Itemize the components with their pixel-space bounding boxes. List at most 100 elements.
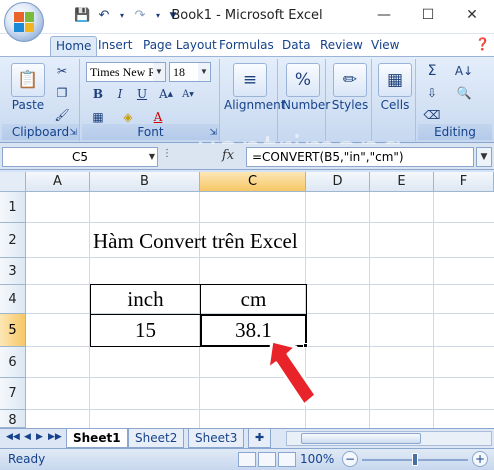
- row-header-2[interactable]: 2: [0, 223, 26, 258]
- tab-insert[interactable]: Insert: [93, 36, 137, 56]
- tab-home[interactable]: Home: [50, 36, 98, 56]
- sheet-tab-sheet2[interactable]: Sheet2: [128, 429, 185, 448]
- row-header-5[interactable]: 5: [0, 314, 26, 347]
- tab-review[interactable]: Review: [315, 36, 368, 56]
- paste-button[interactable]: 📋 Paste: [8, 63, 48, 112]
- status-ready: Ready: [8, 452, 46, 466]
- row-header-4[interactable]: 4: [0, 285, 26, 314]
- horizontal-scrollbar[interactable]: [286, 431, 492, 446]
- paste-label: Paste: [11, 98, 45, 112]
- column-header-b[interactable]: B: [90, 172, 200, 192]
- tab-view[interactable]: View: [366, 36, 404, 56]
- bold-icon[interactable]: B: [88, 84, 108, 104]
- cells-icon: ▦: [378, 63, 412, 97]
- office-logo-icon: [14, 12, 34, 32]
- alignment-group: ≡ Alignment: [222, 59, 285, 141]
- fill-icon[interactable]: ⇩: [422, 83, 442, 103]
- underline-icon[interactable]: U: [132, 84, 152, 104]
- grow-font-icon[interactable]: A ▲: [156, 84, 176, 104]
- styles-icon: ✏: [333, 63, 367, 97]
- zoom-in-icon[interactable]: +: [472, 451, 488, 467]
- first-sheet-icon[interactable]: ◀◀: [6, 432, 20, 442]
- column-header-a[interactable]: A: [26, 172, 90, 192]
- clear-icon[interactable]: ⌫: [422, 105, 442, 125]
- number-label: Number: [282, 98, 331, 112]
- styles-button[interactable]: ✏ Styles: [330, 63, 370, 112]
- font-launcher-icon[interactable]: ⇲: [209, 128, 217, 138]
- clipboard-launcher-icon[interactable]: ⇲: [69, 128, 77, 138]
- shrink-font-icon[interactable]: A ▼: [178, 84, 198, 104]
- editing-group-label: Editing: [418, 124, 492, 140]
- italic-icon[interactable]: I: [110, 84, 130, 104]
- cell-b2[interactable]: Hàm Convert trên Excel: [93, 226, 298, 256]
- number-button[interactable]: % Number: [282, 63, 330, 112]
- column-header-c[interactable]: C: [200, 172, 306, 192]
- row-header-1[interactable]: 1: [0, 192, 26, 223]
- alignment-label: Alignment: [224, 98, 286, 112]
- last-sheet-icon[interactable]: ▶▶: [48, 432, 62, 442]
- font-group: Times New Ro ▼ 18 ▼ B I U A ▲ A ▼ ▦ ◈ A Fo…: [82, 59, 220, 141]
- row-header-7[interactable]: 7: [0, 378, 26, 410]
- scrollbar-thumb[interactable]: [301, 433, 421, 444]
- tab-formulas[interactable]: Formulas: [214, 36, 279, 56]
- insert-sheet-icon[interactable]: ✚: [248, 429, 272, 448]
- row-header-8[interactable]: 8: [0, 410, 26, 428]
- font-name-select[interactable]: Times New Ro ▼: [86, 62, 166, 82]
- autosum-icon[interactable]: Σ: [422, 61, 442, 81]
- excel-window: 💾 ↶ ▾ ↷ ▾ ▼ Book1 - Microsoft Excel — ☐ …: [0, 0, 494, 470]
- number-group: % Number: [280, 59, 330, 141]
- name-box[interactable]: C5 ▼: [2, 147, 158, 167]
- clipboard-group: 📋 Paste ✂ ❐ 🖌 Clipboard ⇲: [2, 59, 80, 141]
- formula-input[interactable]: =CONVERT(B5,"in","cm"): [246, 147, 474, 167]
- styles-label: Styles: [331, 98, 369, 112]
- tab-page-layout[interactable]: Page Layout: [138, 36, 222, 56]
- zoom-slider-thumb[interactable]: [412, 453, 418, 466]
- chevron-down-icon: ▼: [153, 63, 165, 81]
- zoom-level[interactable]: 100%: [300, 452, 334, 466]
- normal-view-icon[interactable]: [238, 452, 256, 467]
- align-icon: ≡: [233, 63, 267, 97]
- sheet-tab-sheet1[interactable]: Sheet1: [66, 429, 128, 448]
- sheet-tab-sheet3[interactable]: Sheet3: [188, 429, 245, 448]
- format-painter-icon[interactable]: 🖌: [52, 105, 72, 125]
- column-header-f[interactable]: F: [434, 172, 494, 192]
- alignment-button[interactable]: ≡ Alignment: [224, 63, 285, 112]
- cell-b5[interactable]: 15: [90, 314, 201, 347]
- find-select-icon[interactable]: 🔍: [454, 83, 474, 103]
- zoom-out-icon[interactable]: −: [342, 451, 358, 467]
- font-size-select[interactable]: 18 ▼: [169, 62, 211, 82]
- maximize-icon[interactable]: ☐: [406, 0, 450, 30]
- ribbon-tabs: Home Insert Page Layout Formulas Data Re…: [0, 34, 494, 56]
- row-header-3[interactable]: 3: [0, 258, 26, 285]
- office-button[interactable]: [4, 2, 44, 42]
- page-break-view-icon[interactable]: [278, 452, 296, 467]
- cells-button[interactable]: ▦ Cells: [376, 63, 414, 112]
- minimize-icon[interactable]: —: [362, 0, 406, 30]
- editing-group: Σ A↓ ⇩ 🔍 ⌫ Editing: [418, 59, 492, 141]
- row-header-6[interactable]: 6: [0, 347, 26, 378]
- insert-function-button[interactable]: fx: [222, 148, 234, 163]
- expand-formula-bar-icon[interactable]: ▼: [476, 147, 492, 167]
- cell-b4[interactable]: inch: [90, 284, 201, 315]
- status-bar: Ready 100% − +: [0, 448, 494, 470]
- formula-bar-grip-icon[interactable]: ⋮: [162, 148, 174, 166]
- column-header-d[interactable]: D: [306, 172, 370, 192]
- sort-filter-icon[interactable]: A↓: [454, 61, 474, 81]
- prev-sheet-icon[interactable]: ◀: [24, 432, 31, 442]
- tab-data[interactable]: Data: [277, 36, 316, 56]
- ribbon: 📋 Paste ✂ ❐ 🖌 Clipboard ⇲ Times New Ro ▼…: [0, 56, 494, 169]
- cut-icon[interactable]: ✂: [52, 61, 72, 81]
- cell-c4[interactable]: cm: [200, 284, 307, 315]
- close-icon[interactable]: ✕: [450, 0, 494, 30]
- column-header-e[interactable]: E: [370, 172, 434, 192]
- copy-icon[interactable]: ❐: [52, 83, 72, 103]
- select-all-button[interactable]: [0, 172, 26, 192]
- cells-label: Cells: [380, 98, 410, 112]
- chevron-down-icon: ▼: [148, 152, 155, 161]
- page-layout-view-icon[interactable]: [258, 452, 276, 467]
- help-icon[interactable]: ❓: [475, 37, 490, 51]
- worksheet-grid[interactable]: A B C D E F 1 2 3 4 5 6 7 8 Hàm Convert …: [0, 172, 494, 428]
- clipboard-group-label: Clipboard: [2, 124, 79, 140]
- next-sheet-icon[interactable]: ▶: [36, 432, 43, 442]
- font-size-value: 18: [173, 65, 185, 79]
